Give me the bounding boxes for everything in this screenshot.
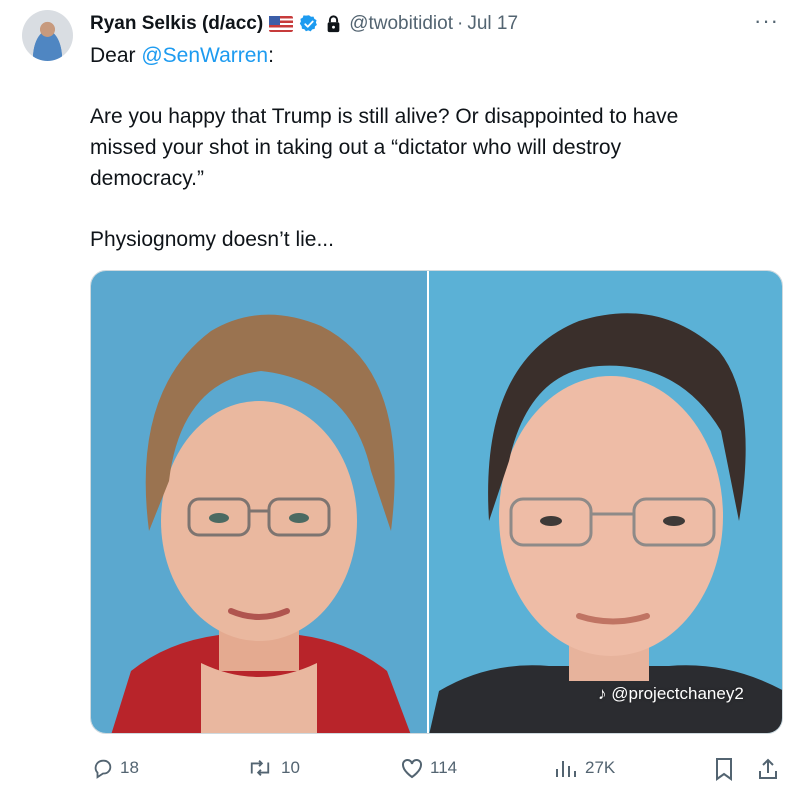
repost-button[interactable]: 10 [245,757,300,779]
like-icon [402,758,422,779]
tweet-text-line: Physiognomy doesn’t lie... [90,228,334,251]
flag-icon [269,16,294,32]
tweet-text-line: democracy.” [90,167,204,190]
author-name[interactable]: Ryan Selkis (d/acc) [90,13,263,35]
media-watermark: ♪ @projectchaney2 [598,684,744,704]
tweet-media-image[interactable] [90,270,783,734]
tweet-date[interactable]: Jul 17 [467,13,518,35]
author-handle[interactable]: @twobitidiot [349,13,453,35]
watermark-text: @projectchaney2 [611,684,744,703]
reply-count: 18 [120,758,139,777]
tweet-text-line: Are you happy that Trump is still alive?… [90,105,679,128]
repost-icon [250,760,270,776]
repost-count: 10 [281,758,300,777]
right-portrait-illustration [429,313,782,733]
bookmark-icon [716,758,732,781]
tweet-header: Ryan Selkis (d/acc) @twobitidiot · Jul 1… [90,12,518,36]
separator-dot: · [456,13,464,34]
tweet-card[interactable]: Ryan Selkis (d/acc) @twobitidiot · Jul 1… [0,0,811,809]
tweet-action-bar: 18 10 114 27K [0,757,811,783]
tweet-text-line: missed your shot in taking out a “dictat… [90,136,622,159]
tweet-text-line-greeting: Dear @SenWarren: [90,40,274,71]
greeting-prefix: Dear [90,44,142,67]
share-button[interactable] [757,757,785,781]
bookmark-button[interactable] [713,757,741,781]
views-icon [556,761,576,777]
left-portrait-photo [91,271,427,733]
greeting-suffix: : [268,44,274,67]
like-count: 114 [430,758,458,777]
reply-icon [94,759,112,779]
like-button[interactable]: 114 [400,757,457,779]
more-options-icon[interactable]: ··· [754,10,779,32]
share-icon [759,758,777,779]
verified-badge-icon[interactable] [299,14,319,34]
left-portrait-illustration [111,314,411,733]
reply-button[interactable]: 18 [92,757,139,779]
views-count: 27K [585,758,616,777]
mention-link[interactable]: @SenWarren [141,44,268,67]
right-portrait-photo [429,271,782,733]
tiktok-icon: ♪ [598,684,607,703]
lock-icon [327,15,340,33]
views-button[interactable]: 27K [553,757,615,779]
author-avatar[interactable] [22,10,73,61]
